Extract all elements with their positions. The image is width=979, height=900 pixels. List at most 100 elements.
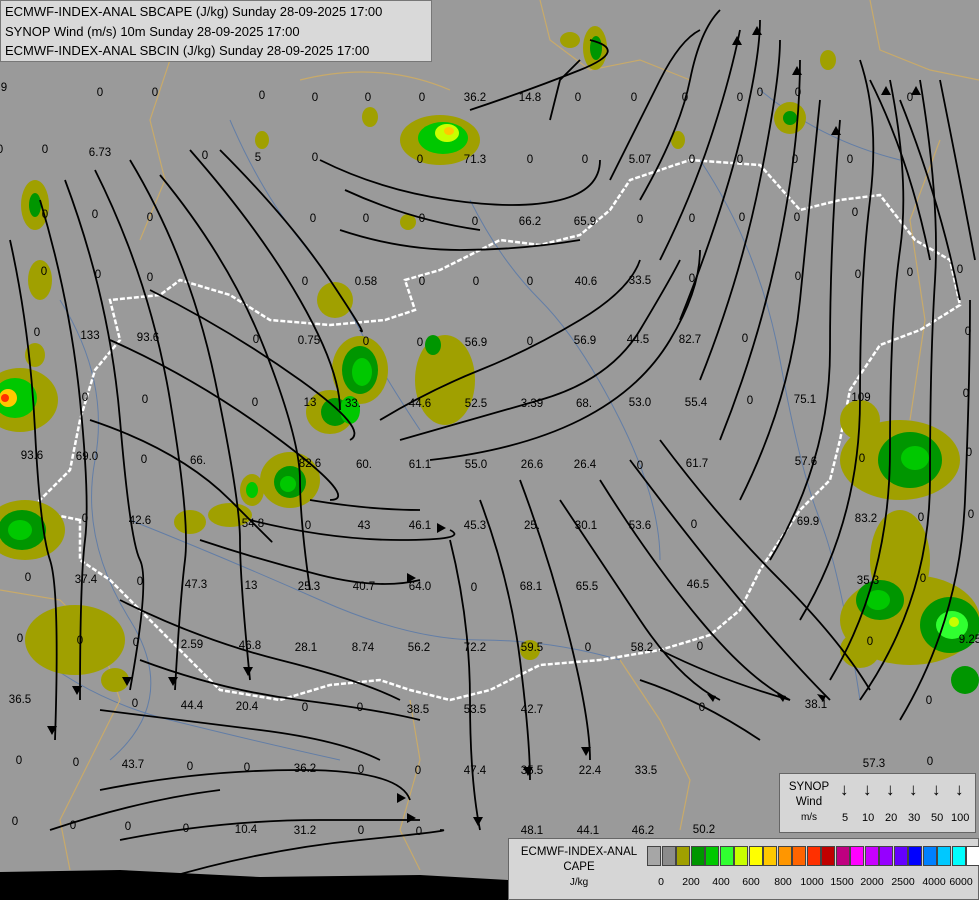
- grid-value: 0: [301, 702, 309, 714]
- grid-value: 53.5: [463, 704, 487, 716]
- grid-value: 45.3: [463, 520, 487, 532]
- grid-value: 0: [858, 453, 866, 465]
- grid-value: 0: [736, 92, 744, 104]
- grid-value: 0: [141, 394, 149, 406]
- cape-color-swatch: [821, 846, 835, 866]
- grid-value: 30.1: [574, 520, 598, 532]
- grid-value: 56.9: [573, 335, 597, 347]
- grid-value: 47.3: [184, 579, 208, 591]
- grid-value: 66.2: [518, 216, 542, 228]
- grid-value: 0: [0, 144, 3, 156]
- grid-value: 69.9: [796, 516, 820, 528]
- grid-value: 46.1: [408, 520, 432, 532]
- grid-value: 0: [756, 87, 764, 99]
- weather-map[interactable]: 900000036.214.80000000006.73050071.3005.…: [0, 0, 979, 900]
- cape-scale-label: 400: [712, 876, 730, 888]
- grid-value: 54.8: [241, 518, 265, 530]
- grid-value: 0: [526, 154, 534, 166]
- grid-value: 0: [131, 698, 139, 710]
- grid-value: 58.2: [630, 642, 654, 654]
- grid-value: 83.2: [854, 513, 878, 525]
- wind-title: SYNOP Wind (m/s) 10m Sunday 28-09-2025 1…: [5, 23, 300, 39]
- wind-arrow-icon: ↓: [840, 780, 849, 799]
- grid-value: 8.74: [351, 642, 375, 654]
- grid-value: 0: [416, 337, 424, 349]
- grid-value: 46.2: [631, 825, 655, 837]
- grid-value: 0: [132, 637, 140, 649]
- grid-value: 0: [793, 212, 801, 224]
- grid-value: 22.4: [578, 765, 602, 777]
- grid-value: 9.25: [958, 634, 979, 646]
- grid-value: 0: [243, 762, 251, 774]
- grid-value: 75.1: [793, 394, 817, 406]
- grid-value: 0: [69, 820, 77, 832]
- grid-value: 57.6: [794, 456, 818, 468]
- grid-value: 0: [301, 276, 309, 288]
- grid-value: 0: [794, 271, 802, 283]
- grid-value: 0: [311, 152, 319, 164]
- grid-value: 0: [418, 213, 426, 225]
- grid-value: 42.6: [128, 515, 152, 527]
- grid-value: 0: [962, 388, 970, 400]
- cape-color-swatch: [748, 846, 763, 866]
- grid-value: 0: [414, 765, 422, 777]
- grid-value: 35.5: [520, 765, 544, 777]
- grid-value: 2.59: [180, 639, 204, 651]
- grid-value: 0: [471, 216, 479, 228]
- grid-value: 44.6: [408, 398, 432, 410]
- grid-value: 0: [906, 267, 914, 279]
- cin-title: ECMWF-INDEX-ANAL SBCIN (J/kg) Sunday 28-…: [5, 43, 370, 58]
- grid-value: 0: [967, 509, 975, 521]
- grid-value: 0: [965, 447, 973, 459]
- wind-speed-label: 100: [951, 812, 970, 824]
- grid-value: 0: [252, 334, 260, 346]
- grid-value: 93.6: [136, 332, 160, 344]
- cape-scale-label: 600: [742, 876, 760, 888]
- grid-value: 0: [362, 213, 370, 225]
- grid-value: 0: [81, 392, 89, 404]
- grid-value: 31.2: [293, 825, 317, 837]
- grid-value: 0: [136, 576, 144, 588]
- cape-color-swatch: [835, 846, 850, 866]
- grid-value: 0: [738, 212, 746, 224]
- grid-value: 36.2: [463, 92, 487, 104]
- wind-arrow-icon: ↓: [955, 780, 964, 799]
- grid-value: 0: [698, 702, 706, 714]
- grid-value: 0: [96, 87, 104, 99]
- grid-value: 0: [91, 209, 99, 221]
- grid-value: 0: [696, 641, 704, 653]
- grid-value: 13: [303, 397, 317, 409]
- grid-value: 61.1: [408, 459, 432, 471]
- cape-scale-label: 6000: [949, 876, 973, 888]
- grid-value: 35.3: [856, 575, 880, 587]
- grid-value: 0: [581, 154, 589, 166]
- grid-value: 0: [584, 642, 592, 654]
- grid-value: 57.3: [862, 758, 886, 770]
- grid-value: 65.9: [573, 216, 597, 228]
- grid-value: 40.6: [574, 276, 598, 288]
- cape-color-swatch: [908, 846, 922, 866]
- cape-color-swatch: [806, 846, 821, 866]
- grid-value: 68.: [576, 398, 592, 410]
- grid-value: 0: [415, 826, 423, 838]
- grid-value: 36.5: [8, 694, 32, 706]
- grid-value: 0: [866, 636, 874, 648]
- grid-value: 0: [364, 92, 372, 104]
- cape-color-swatch: [763, 846, 777, 866]
- cape-scale-label: 2500: [891, 876, 915, 888]
- grid-value: 5: [254, 152, 262, 164]
- wind-arrow-icon: ↓: [863, 780, 872, 799]
- grid-value: 0: [956, 264, 964, 276]
- grid-value: 0: [736, 154, 744, 166]
- grid-value: 0: [472, 276, 480, 288]
- wind-speed-label: 5: [842, 812, 849, 824]
- grid-value: 0: [357, 825, 365, 837]
- grid-value: 71.3: [463, 154, 487, 166]
- grid-value: 3.39: [520, 398, 544, 410]
- grid-value: 0: [182, 823, 190, 835]
- grid-value: 6.73: [88, 147, 112, 159]
- cape-scale-label: 200: [682, 876, 700, 888]
- grid-value: 0: [681, 92, 689, 104]
- grid-value: 0: [15, 755, 23, 767]
- grid-value: 0: [854, 269, 862, 281]
